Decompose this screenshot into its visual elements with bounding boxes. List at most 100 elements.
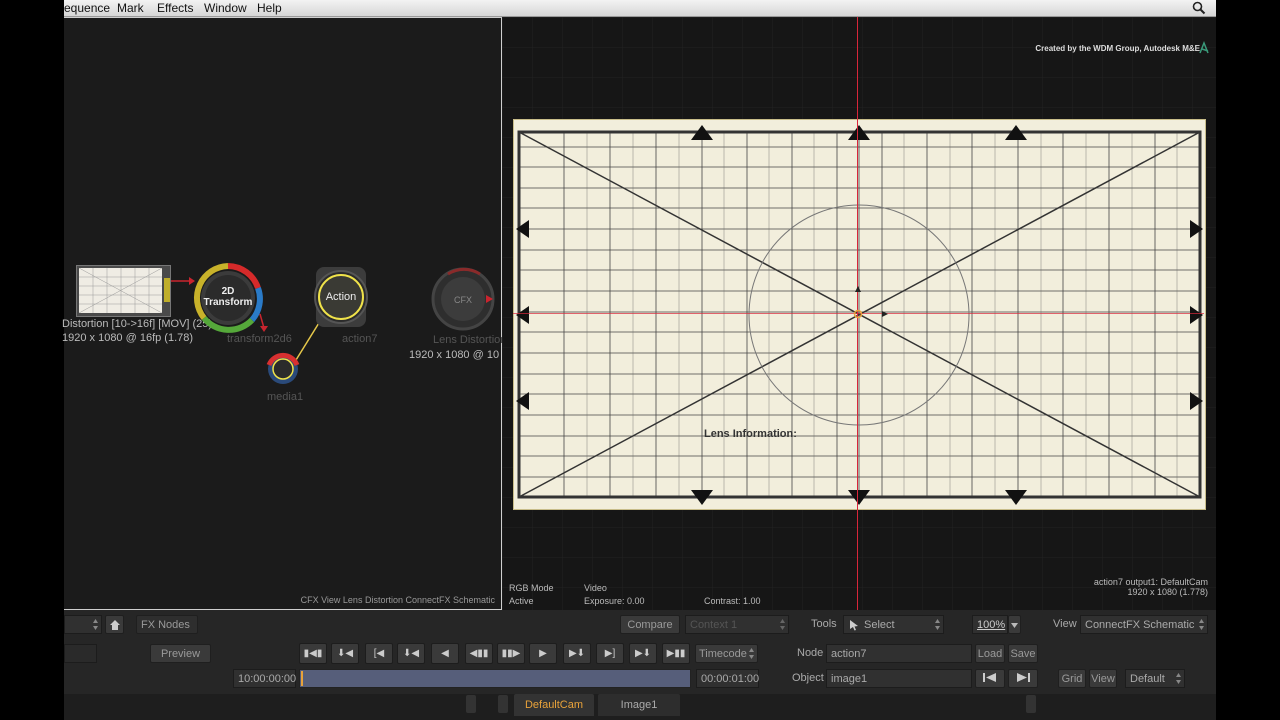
action-node-label: action7 (342, 333, 378, 345)
home-icon (109, 620, 120, 630)
menu-mark[interactable]: Mark (117, 1, 144, 15)
schematic-panel[interactable]: Distortion [10->16f] [MOV] (25) 1920 x 1… (62, 17, 512, 610)
clip-thumbnail-grid (78, 267, 163, 314)
object-prev-button[interactable] (975, 669, 1005, 688)
menu-window[interactable]: Window (204, 1, 247, 15)
clip-output-socket (164, 278, 170, 302)
menu-effects[interactable]: Effects (157, 1, 193, 15)
zoom-field[interactable]: 100% (972, 615, 1008, 634)
cfx-node-info: 1920 x 1080 @ 10 (1 (409, 349, 512, 361)
prev-keyframe-button[interactable]: ⬇◀ (331, 643, 359, 664)
node-field[interactable]: action7 (826, 644, 972, 663)
play-backward-icon: ◀ (441, 648, 449, 659)
load-button[interactable]: Load (975, 644, 1005, 663)
tool-select[interactable]: Select (843, 615, 944, 634)
play-button[interactable]: ▶ (529, 643, 557, 664)
clip-node-info: 1920 x 1080 @ 16fp (1.78) (62, 332, 194, 344)
timecode-arrows-icon (749, 648, 754, 659)
media-node-ring[interactable] (266, 352, 300, 386)
pointer-icon (850, 620, 858, 631)
clip-thumbnail (78, 267, 163, 314)
next-keyframe-button[interactable]: ▶⬇ (629, 643, 657, 664)
node-label: Node (797, 647, 824, 659)
home-button[interactable] (105, 615, 124, 634)
contrast-value: Contrast: 1.00 (704, 596, 761, 606)
clip-node-label: Distortion [10->16f] [MOV] (25) (62, 318, 213, 330)
go-to-end-icon: ▶▮▮ (666, 648, 686, 659)
transform-node-label: transform2d6 (227, 333, 292, 345)
credit-text: Created by the WDM Group, Autodesk M&E (1035, 44, 1200, 53)
context-select-value: Context 1 (690, 619, 738, 631)
output-info-2: 1920 x 1080 (1.778) (1127, 587, 1208, 597)
tab-scroll-right[interactable] (1026, 695, 1036, 713)
menu-bar: equence Mark Effects Window Help (64, 0, 1216, 17)
default-select[interactable]: Default (1125, 669, 1185, 688)
save-button[interactable]: Save (1008, 644, 1038, 663)
tools-label: Tools (811, 618, 837, 630)
go-to-start-button[interactable]: ▮◀▮ (299, 643, 327, 664)
fx-nodes-button[interactable]: FX Nodes (136, 615, 198, 634)
menu-help[interactable]: Help (257, 1, 282, 15)
next-keyframe-icon: ▶⬇ (634, 648, 652, 659)
grid-button[interactable]: Grid (1058, 669, 1086, 688)
clip-node[interactable] (76, 265, 171, 317)
chevron-down-icon (1011, 623, 1018, 628)
tab-scroll-mid[interactable] (498, 695, 508, 713)
zoom-dropdown-button[interactable] (1008, 615, 1021, 634)
axis-manipulator-icon[interactable] (845, 283, 889, 327)
step-back-icon (983, 673, 996, 682)
view-select[interactable]: ConnectFX Schematic (1080, 615, 1208, 634)
preview-button[interactable]: Preview (150, 644, 211, 663)
menu-sequence[interactable]: equence (64, 1, 110, 15)
object-next-button[interactable] (1008, 669, 1038, 688)
prev-mark-button[interactable]: ⬇◀ (397, 643, 425, 664)
end-timecode-field[interactable]: 00:00:01:00 (696, 669, 759, 688)
cfx-node-label: Lens Distortion (433, 334, 507, 346)
next-out-button[interactable]: ▶] (596, 643, 624, 664)
transform-node-title-2: Transform (203, 297, 253, 308)
tab-scroll-left[interactable] (466, 695, 476, 713)
viewer-panel[interactable]: Lens Information: Created by the WDM Gro… (502, 17, 1216, 610)
view-select-arrows-icon (1199, 619, 1204, 630)
object-field[interactable]: image1 (826, 669, 972, 688)
play-backward-button[interactable]: ◀ (431, 643, 459, 664)
step-backward-icon: ◀▮▮ (469, 648, 489, 659)
view-button[interactable]: View (1089, 669, 1117, 688)
default-select-arrows-icon (1176, 673, 1181, 684)
video-label: Video (584, 583, 607, 593)
default-select-value: Default (1130, 673, 1165, 685)
step-backward-button[interactable]: ◀▮▮ (465, 643, 493, 664)
tab-bar: DefaultCam Image1 (64, 694, 1216, 720)
tab-defaultcam[interactable]: DefaultCam (514, 694, 594, 716)
step-forward-button[interactable]: ▮▮▶ (497, 643, 525, 664)
timeline-scrubber[interactable] (299, 669, 691, 688)
search-icon[interactable] (1192, 1, 1206, 15)
compare-button[interactable]: Compare (620, 615, 680, 634)
layer-stepper[interactable] (64, 615, 102, 634)
object-label: Object (792, 672, 824, 684)
prev-keyframe-icon: ⬇◀ (336, 648, 354, 659)
playhead[interactable] (301, 671, 303, 686)
play-icon: ▶ (539, 648, 547, 659)
view-select-value: ConnectFX Schematic (1085, 619, 1195, 631)
output-info-1: action7 output1: DefaultCam (1093, 577, 1208, 587)
next-mark-button[interactable]: ▶⬇ (563, 643, 591, 664)
prev-in-icon: [◀ (373, 648, 385, 659)
tool-select-arrows-icon (935, 619, 940, 630)
lens-info-label: Lens Information: (704, 428, 797, 440)
timecode-select-value: Timecode (699, 648, 747, 660)
transform-node-title-1: 2D (221, 286, 235, 297)
timecode-select[interactable]: Timecode (695, 644, 758, 663)
prev-in-button[interactable]: [◀ (365, 643, 393, 664)
start-timecode-field[interactable]: 10:00:00:00 (233, 669, 296, 688)
exposure-value: Exposure: 0.00 (584, 596, 645, 606)
schematic-footer: CFX View Lens Distortion ConnectFX Schem… (300, 595, 495, 605)
prev-mark-icon: ⬇◀ (402, 648, 420, 659)
media-node-label: media1 (267, 391, 304, 403)
next-mark-icon: ▶⬇ (568, 648, 586, 659)
go-to-end-button[interactable]: ▶▮▮ (662, 643, 690, 664)
frame-field[interactable] (64, 644, 97, 663)
tab-image1[interactable]: Image1 (598, 694, 680, 716)
context-select[interactable]: Context 1 (685, 615, 789, 634)
view-label: View (1053, 618, 1077, 630)
